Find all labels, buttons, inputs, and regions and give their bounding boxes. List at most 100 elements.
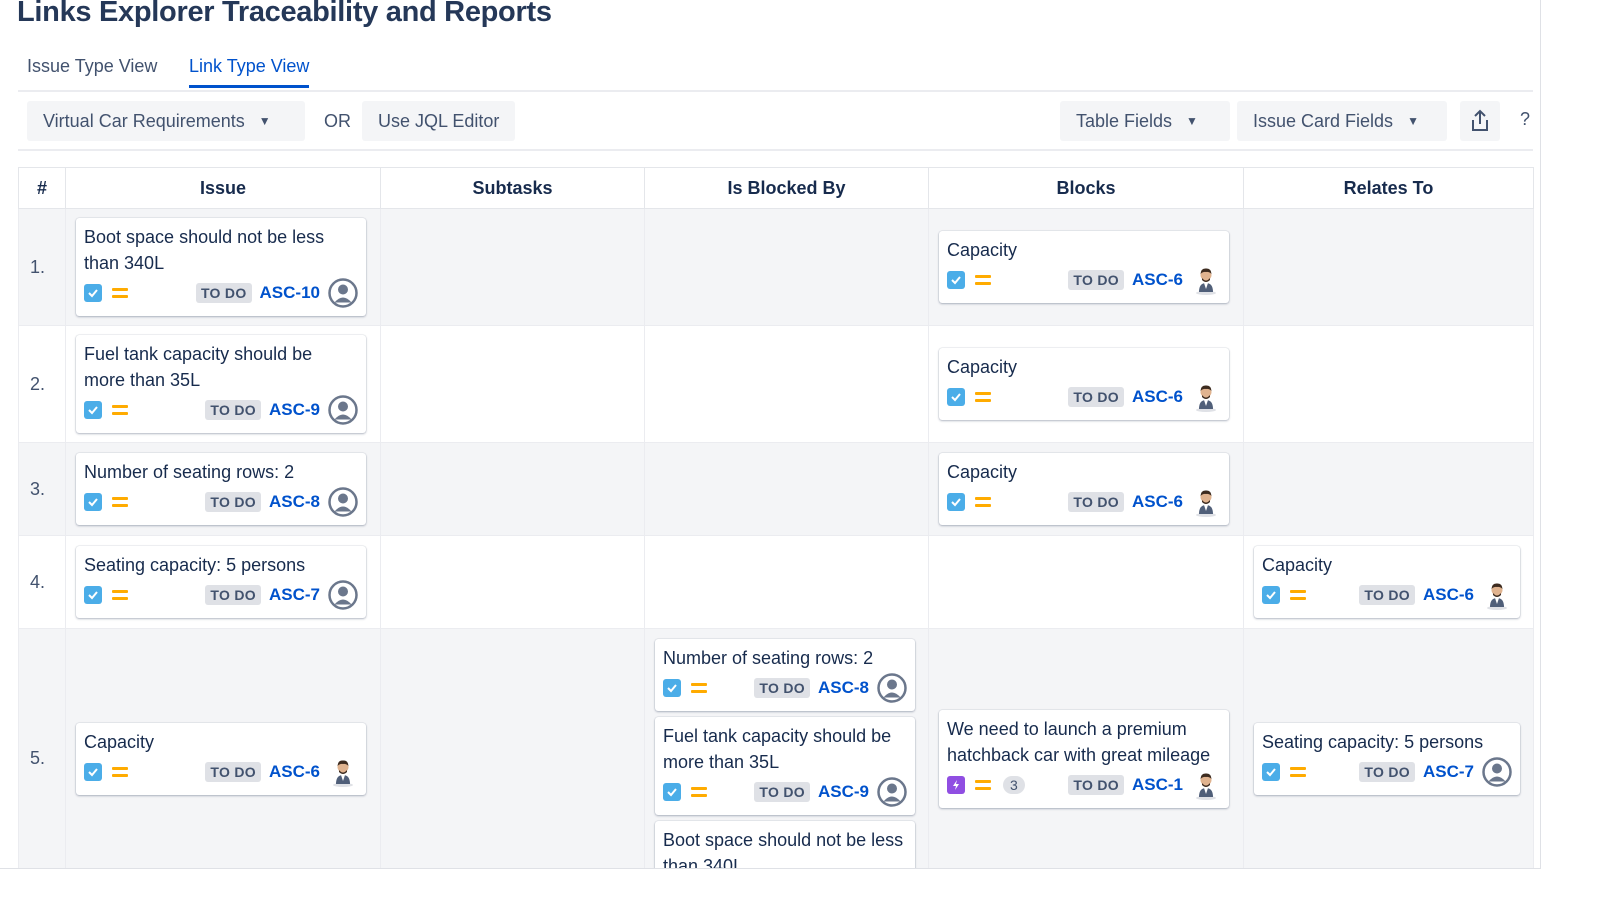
issue-key-link[interactable]: ASC-10 — [260, 283, 320, 303]
issue-card[interactable]: Capacity TO DO ASC-6 — [939, 231, 1229, 303]
issue-card[interactable]: Capacity TO DO ASC-6 — [76, 722, 366, 795]
avatar[interactable] — [1191, 265, 1221, 295]
issue-summary[interactable]: Capacity — [1262, 552, 1512, 578]
status-badge[interactable]: TO DO — [205, 492, 261, 512]
issue-key-link[interactable]: ASC-6 — [1423, 585, 1474, 605]
issue-summary[interactable]: Boot space should not be less than 340L — [84, 224, 358, 276]
is-blocked-by-cell — [644, 208, 929, 326]
status-badge[interactable]: TO DO — [205, 585, 261, 605]
issue-card-fields-button[interactable]: Issue Card Fields ▼ — [1237, 101, 1447, 141]
issue-summary[interactable]: Fuel tank capacity should be more than 3… — [84, 341, 358, 393]
status-badge[interactable]: TO DO — [754, 782, 810, 802]
project-select-label: Virtual Car Requirements — [43, 110, 245, 131]
priority-medium-icon — [112, 288, 128, 298]
relates-to-cell: Capacity TO DO ASC-6 — [1243, 535, 1534, 629]
column-header-subtasks[interactable]: Subtasks — [380, 167, 645, 209]
issue-card[interactable]: Fuel tank capacity should be more than 3… — [76, 335, 366, 433]
issue-key-link[interactable]: ASC-1 — [1132, 775, 1183, 795]
issue-key-link[interactable]: ASC-6 — [1132, 387, 1183, 407]
help-button[interactable]: ? — [1520, 109, 1530, 130]
priority-medium-icon — [112, 497, 128, 507]
issue-summary[interactable]: Number of seating rows: 2 — [84, 459, 358, 485]
status-badge[interactable]: TO DO — [1068, 774, 1124, 795]
issue-card-meta: TO DO ASC-10 — [84, 278, 358, 308]
issue-key-link[interactable]: ASC-7 — [1423, 762, 1474, 782]
column-header-blocks[interactable]: Blocks — [928, 167, 1244, 209]
issue-card-meta: 3 TO DO ASC-1 — [947, 770, 1221, 800]
issue-summary[interactable]: Seating capacity: 5 persons — [84, 552, 358, 578]
avatar[interactable] — [1191, 770, 1221, 800]
issue-card[interactable]: Number of seating rows: 2 TO DO ASC-8 — [76, 453, 366, 525]
issue-card[interactable]: Capacity TO DO ASC-6 — [939, 453, 1229, 525]
share-button[interactable] — [1460, 101, 1500, 141]
is-blocked-by-cell: Number of seating rows: 2 TO DO ASC-8 Fuel … — [644, 628, 929, 868]
tab-link-type-view[interactable]: Link Type View — [189, 56, 310, 88]
issue-card-meta: TO DO ASC-9 — [84, 395, 358, 425]
relates-to-cell — [1243, 208, 1534, 326]
issue-key-link[interactable]: ASC-7 — [269, 585, 320, 605]
issue-summary[interactable]: Fuel tank capacity should be more than 3… — [663, 723, 907, 775]
status-badge[interactable]: TO DO — [195, 283, 252, 303]
avatar[interactable] — [328, 580, 358, 610]
avatar[interactable] — [328, 395, 358, 425]
column-header-is-blocked-by[interactable]: Is Blocked By — [644, 167, 929, 209]
avatar[interactable] — [1482, 580, 1512, 610]
issue-key-link[interactable]: ASC-9 — [818, 782, 869, 802]
status-badge[interactable]: TO DO — [205, 761, 261, 782]
status-badge[interactable]: TO DO — [1359, 761, 1415, 782]
issue-summary[interactable]: Capacity — [84, 729, 358, 755]
issue-card[interactable]: Boot space should not be less than 340L T… — [76, 218, 366, 316]
issue-key-link[interactable]: ASC-8 — [269, 492, 320, 512]
column-header-issue[interactable]: Issue — [65, 167, 381, 209]
issue-summary[interactable]: Number of seating rows: 2 — [663, 645, 907, 671]
status-badge[interactable]: TO DO — [1359, 585, 1415, 605]
avatar[interactable] — [1191, 382, 1221, 412]
status-badge[interactable]: TO DO — [1068, 387, 1124, 407]
issue-card[interactable]: Seating capacity: 5 persons TO DO ASC-7 — [76, 546, 366, 618]
issue-summary[interactable]: Capacity — [947, 459, 1221, 485]
column-header-number[interactable]: # — [18, 167, 66, 209]
issue-summary[interactable]: We need to launch a premium hatchback ca… — [947, 716, 1221, 768]
app-frame: Links Explorer Traceability and Reports … — [0, 0, 1541, 869]
issue-card-fields-label: Issue Card Fields — [1253, 110, 1394, 131]
issue-summary[interactable]: Capacity — [947, 237, 1221, 263]
issue-card[interactable]: Seating capacity: 5 persons TO DO ASC-7 — [1254, 722, 1520, 795]
page-title: Links Explorer Traceability and Reports — [17, 0, 552, 28]
status-badge[interactable]: TO DO — [205, 400, 261, 420]
avatar[interactable] — [877, 777, 907, 807]
status-badge[interactable]: TO DO — [754, 678, 810, 698]
issue-key-link[interactable]: ASC-6 — [269, 762, 320, 782]
status-badge[interactable]: TO DO — [1068, 270, 1124, 290]
avatar[interactable] — [328, 278, 358, 308]
issue-card-meta: TO DO ASC-6 — [947, 382, 1221, 412]
issue-card[interactable]: Capacity TO DO ASC-6 — [1254, 546, 1520, 618]
issue-summary[interactable]: Boot space should not be less than 340L — [663, 827, 907, 868]
avatar[interactable] — [1191, 487, 1221, 517]
column-header-relates-to[interactable]: Relates To — [1243, 167, 1534, 209]
avatar[interactable] — [877, 673, 907, 703]
project-select[interactable]: Virtual Car Requirements ▼ — [27, 101, 305, 141]
issue-card-meta: TO DO ASC-9 — [663, 777, 907, 807]
issue-key-link[interactable]: ASC-9 — [269, 400, 320, 420]
issue-summary[interactable]: Capacity — [947, 354, 1221, 380]
issue-summary[interactable]: Seating capacity: 5 persons — [1262, 729, 1512, 755]
avatar[interactable] — [328, 757, 358, 787]
table-row: 2. Fuel tank capacity should be more than… — [18, 325, 1534, 443]
avatar[interactable] — [1482, 756, 1512, 787]
relates-to-cell — [1243, 325, 1534, 443]
story-points-badge: 3 — [1003, 775, 1025, 794]
jql-editor-button[interactable]: Use JQL Editor — [362, 101, 516, 141]
issue-card[interactable]: Capacity TO DO ASC-6 — [939, 348, 1229, 420]
tab-issue-type-view[interactable]: Issue Type View — [27, 56, 157, 85]
issue-card[interactable]: Fuel tank capacity should be more than 3… — [655, 717, 915, 815]
issue-card-meta: TO DO ASC-6 — [947, 487, 1221, 517]
issue-card[interactable]: We need to launch a premium hatchback ca… — [939, 709, 1229, 808]
issue-key-link[interactable]: ASC-6 — [1132, 270, 1183, 290]
table-fields-button[interactable]: Table Fields ▼ — [1060, 101, 1230, 141]
issue-card[interactable]: Boot space should not be less than 340L — [655, 821, 915, 868]
status-badge[interactable]: TO DO — [1068, 492, 1124, 512]
issue-key-link[interactable]: ASC-6 — [1132, 492, 1183, 512]
issue-key-link[interactable]: ASC-8 — [818, 678, 869, 698]
issue-card[interactable]: Number of seating rows: 2 TO DO ASC-8 — [655, 639, 915, 711]
avatar[interactable] — [328, 487, 358, 517]
